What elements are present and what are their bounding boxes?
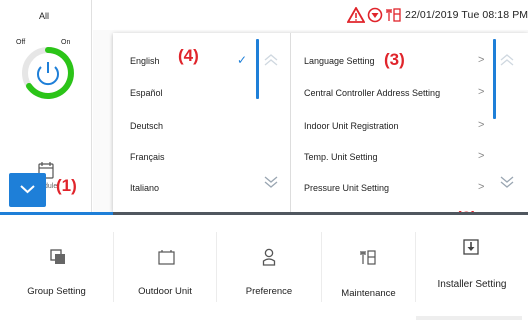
- language-item-espanol[interactable]: Español: [130, 88, 163, 98]
- tab-preference[interactable]: Preference: [217, 215, 321, 320]
- language-scrollbar[interactable]: [256, 39, 259, 99]
- annotation-4: (4): [178, 46, 199, 65]
- language-item-deutsch[interactable]: Deutsch: [130, 121, 163, 131]
- setting-item-central-controller-address[interactable]: Central Controller Address Setting: [304, 88, 440, 98]
- tab-label: Preference: [245, 286, 293, 297]
- setting-item-indoor-unit-registration[interactable]: Indoor Unit Registration: [304, 121, 399, 131]
- setting-item-temp-unit[interactable]: Temp. Unit Setting: [304, 152, 378, 162]
- chevron-right-icon: >: [478, 181, 485, 193]
- preference-icon: [262, 248, 276, 266]
- installer-setting-icon: [463, 239, 479, 255]
- chevron-right-icon: >: [478, 119, 485, 131]
- annotation-1: (1): [56, 176, 77, 195]
- tab-outdoor-unit[interactable]: Outdoor Unit: [114, 215, 216, 320]
- group-setting-icon: [50, 249, 65, 264]
- status-icons: [347, 6, 402, 24]
- tab-maintenance[interactable]: Maintenance: [322, 215, 415, 320]
- power-toggle[interactable]: [20, 45, 76, 101]
- scroll-up-icon[interactable]: [261, 53, 281, 67]
- scroll-down-icon[interactable]: [261, 175, 281, 189]
- collapse-button[interactable]: [9, 173, 46, 207]
- tab-label: Maintenance: [341, 288, 396, 299]
- tab-label: Outdoor Unit: [138, 286, 192, 297]
- tab-group-setting[interactable]: Group Setting: [0, 215, 113, 320]
- maintenance-tool-icon: [386, 8, 401, 22]
- chevron-right-icon: >: [478, 54, 485, 66]
- bottom-navigation: Group Setting Outdoor Unit Preference Ma…: [0, 212, 528, 320]
- all-label: All: [39, 11, 50, 21]
- annotation-3: (3): [384, 50, 405, 69]
- scroll-down-icon[interactable]: [497, 175, 517, 189]
- chevron-down-icon: [20, 185, 35, 194]
- datetime-display: 22/01/2019 Tue 08:18 PM: [405, 9, 528, 21]
- language-item-english[interactable]: English: [130, 56, 160, 66]
- chevron-right-icon: >: [478, 150, 485, 162]
- setting-item-language[interactable]: Language Setting: [304, 56, 375, 66]
- settings-dropdown: English ✓ Español Deutsch Français Itali…: [113, 33, 528, 212]
- installer-underline: [416, 316, 522, 320]
- language-list: English ✓ Español Deutsch Français Itali…: [113, 33, 291, 212]
- language-item-italiano[interactable]: Italiano: [130, 183, 159, 193]
- warning-triangle-icon: [347, 7, 365, 23]
- tab-installer-setting[interactable]: Installer Setting: [416, 215, 528, 320]
- tab-label: Installer Setting: [437, 279, 507, 290]
- chevron-right-icon: >: [478, 86, 485, 98]
- outdoor-unit-icon: [158, 250, 175, 265]
- scroll-up-icon[interactable]: [497, 53, 517, 67]
- shield-down-icon: [367, 7, 383, 23]
- settings-list: Language Setting > Central Controller Ad…: [292, 33, 528, 212]
- setting-item-pressure-unit[interactable]: Pressure Unit Setting: [304, 183, 389, 193]
- settings-scrollbar[interactable]: [493, 39, 496, 119]
- maintenance-icon: [360, 250, 376, 265]
- checkmark-icon: ✓: [237, 53, 248, 67]
- language-item-francais[interactable]: Français: [130, 152, 165, 162]
- tab-label: Group Setting: [27, 286, 86, 297]
